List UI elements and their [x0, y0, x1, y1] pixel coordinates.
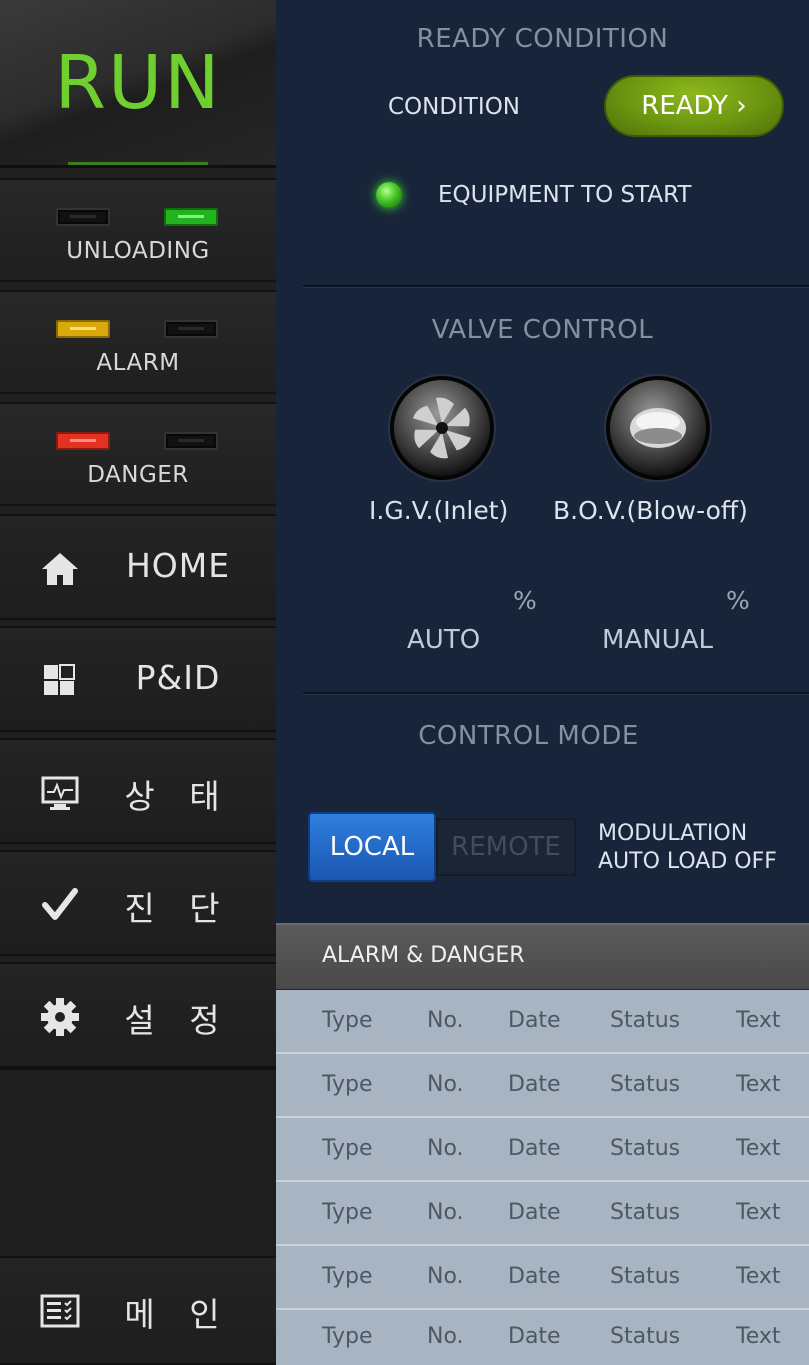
ready-button[interactable]: READY › [604, 75, 784, 137]
alarm-table: Type No. Date Status Text Type No. Date … [276, 990, 809, 1365]
nav-main[interactable]: 메 인 [0, 1256, 276, 1365]
ready-condition-title: READY CONDITION [416, 24, 669, 54]
cell-type: Type [322, 1264, 373, 1289]
alarm-danger-title: ALARM & DANGER [322, 943, 525, 968]
cell-no: No. [427, 1324, 464, 1349]
cell-date: Date [508, 1072, 561, 1097]
unloading-lamp-left [56, 208, 110, 226]
danger-status: DANGER [0, 402, 276, 506]
alarm-label: ALARM [96, 350, 180, 376]
cell-text: Text [736, 1324, 781, 1349]
nav-settings-label: 설 정 [124, 1001, 232, 1040]
alarm-danger-header: ALARM & DANGER [276, 923, 809, 989]
nav-diagnosis[interactable]: 진 단 [0, 850, 276, 956]
nav-pid[interactable]: P&ID [0, 626, 276, 732]
run-status-panel: RUN [0, 0, 276, 168]
control-mode-title: CONTROL MODE [418, 721, 639, 751]
auto-load-off-line: AUTO LOAD OFF [598, 849, 777, 874]
cell-no: No. [427, 1264, 464, 1289]
run-indicator-bar [68, 162, 208, 165]
table-row[interactable]: Type No. Date Status Text [276, 1246, 809, 1310]
cell-status: Status [610, 1008, 681, 1033]
unloading-label: UNLOADING [66, 238, 210, 264]
nav-status[interactable]: 상 태 [0, 738, 276, 844]
auto-label[interactable]: AUTO [407, 625, 480, 655]
cell-type: Type [322, 1136, 373, 1161]
modulation-line: MODULATION [598, 821, 748, 846]
cell-text: Text [736, 1072, 781, 1097]
unloading-lamp-right [164, 208, 218, 226]
danger-lamp-left [56, 432, 110, 450]
cell-text: Text [736, 1264, 781, 1289]
igv-percent-unit: % [513, 586, 537, 615]
nav-home[interactable]: HOME [0, 514, 276, 620]
nav-home-label: HOME [125, 546, 231, 585]
table-row[interactable]: Type No. Date Status Text [276, 1118, 809, 1182]
danger-lamp-right [164, 432, 218, 450]
unloading-status: UNLOADING [0, 178, 276, 282]
nav-main-label: 메 인 [124, 1295, 232, 1334]
nav-status-label: 상 태 [124, 777, 232, 816]
remote-button[interactable]: REMOTE [436, 818, 576, 876]
cell-date: Date [508, 1324, 561, 1349]
equipment-ready-led [376, 182, 402, 208]
igv-knob[interactable] [390, 376, 494, 480]
manual-label[interactable]: MANUAL [602, 625, 713, 655]
list-icon [38, 1291, 82, 1331]
home-icon [38, 549, 82, 589]
cell-text: Text [736, 1008, 781, 1033]
valve-control-title: VALVE CONTROL [431, 315, 654, 345]
cell-date: Date [508, 1008, 561, 1033]
run-status-label: RUN [54, 40, 222, 126]
alarm-lamp-right [164, 320, 218, 338]
cell-no: No. [427, 1136, 464, 1161]
cell-text: Text [736, 1136, 781, 1161]
alarm-status: ALARM [0, 290, 276, 394]
cell-text: Text [736, 1200, 781, 1225]
nav-pid-label: P&ID [135, 658, 221, 697]
table-row[interactable]: Type No. Date Status Text [276, 990, 809, 1054]
danger-label: DANGER [87, 462, 189, 488]
sidebar: RUN UNLOADING ALARM DANGER HOME P&ID 상 태… [0, 0, 276, 1365]
bov-knob[interactable] [606, 376, 710, 480]
cell-status: Status [610, 1072, 681, 1097]
nav-diagnosis-label: 진 단 [124, 889, 232, 928]
bov-percent-unit: % [726, 586, 750, 615]
cell-type: Type [322, 1324, 373, 1349]
local-button[interactable]: LOCAL [308, 812, 436, 882]
modulation-status: MODULATION AUTO LOAD OFF [598, 820, 777, 876]
cell-no: No. [427, 1200, 464, 1225]
table-row[interactable]: Type No. Date Status Text [276, 1182, 809, 1246]
nav-settings[interactable]: 설 정 [0, 962, 276, 1068]
equipment-to-start-label: EQUIPMENT TO START [438, 182, 692, 208]
cell-type: Type [322, 1008, 373, 1033]
table-row[interactable]: Type No. Date Status Text [276, 1310, 809, 1365]
sidebar-spacer [0, 1068, 276, 1254]
cell-date: Date [508, 1264, 561, 1289]
grid-icon [38, 661, 82, 701]
gear-icon [38, 997, 82, 1037]
table-row[interactable]: Type No. Date Status Text [276, 1054, 809, 1118]
cell-status: Status [610, 1264, 681, 1289]
cell-status: Status [610, 1200, 681, 1225]
cell-date: Date [508, 1136, 561, 1161]
fan-icon [413, 397, 471, 459]
cell-status: Status [610, 1136, 681, 1161]
cell-date: Date [508, 1200, 561, 1225]
cell-type: Type [322, 1072, 373, 1097]
cell-status: Status [610, 1324, 681, 1349]
monitor-icon [38, 773, 82, 813]
control-panel: READY CONDITION CONDITION READY › EQUIPM… [276, 0, 809, 1365]
alarm-lamp-left [56, 320, 110, 338]
valve-disc-icon [630, 408, 686, 448]
cell-no: No. [427, 1072, 464, 1097]
divider [303, 692, 809, 695]
cell-type: Type [322, 1200, 373, 1225]
igv-label: I.G.V.(Inlet) [369, 496, 509, 525]
divider [303, 285, 809, 288]
condition-label: CONDITION [388, 94, 521, 120]
bov-label: B.O.V.(Blow-off) [553, 496, 748, 525]
cell-no: No. [427, 1008, 464, 1033]
checkmark-icon [38, 885, 82, 925]
